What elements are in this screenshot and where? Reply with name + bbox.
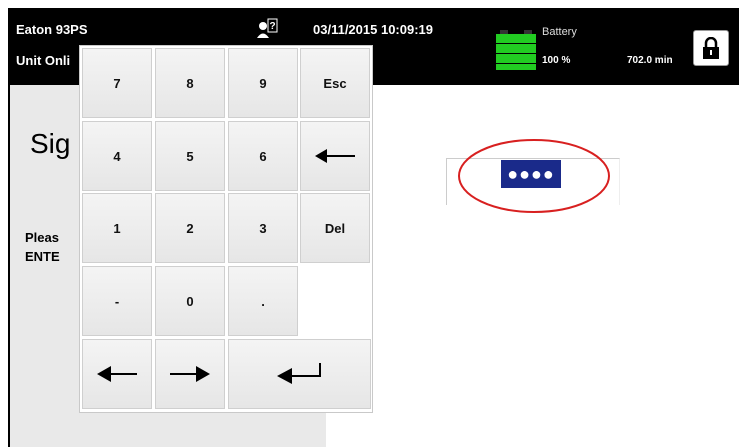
- key-2[interactable]: 2: [155, 193, 225, 263]
- key-esc[interactable]: Esc: [300, 48, 370, 118]
- datetime: 03/11/2015 10:09:19: [313, 22, 433, 37]
- battery-runtime: 702.0 min: [627, 55, 673, 66]
- battery-label: Battery: [542, 26, 577, 38]
- key-backspace[interactable]: [300, 121, 370, 191]
- device-name: Eaton 93PS: [16, 22, 88, 37]
- key-cursor-right[interactable]: [155, 339, 225, 409]
- arrow-right-icon: [170, 366, 210, 382]
- enter-icon: [276, 363, 321, 384]
- key-3[interactable]: 3: [228, 193, 298, 263]
- svg-text:?: ?: [269, 21, 275, 32]
- arrow-left-icon: [97, 366, 137, 382]
- dialog-message-line2: ENTE: [25, 249, 60, 264]
- key-9[interactable]: 9: [228, 48, 298, 118]
- key-del[interactable]: Del: [300, 193, 370, 263]
- key-6[interactable]: 6: [228, 121, 298, 191]
- dialog-message: Pleas ENTE: [25, 228, 60, 266]
- key-1[interactable]: 1: [82, 193, 152, 263]
- lock-icon: [703, 37, 719, 59]
- key-8[interactable]: 8: [155, 48, 225, 118]
- key-7[interactable]: 7: [82, 48, 152, 118]
- key-minus[interactable]: -: [82, 266, 152, 336]
- key-cursor-left[interactable]: [82, 339, 152, 409]
- battery-icon: [496, 30, 536, 70]
- highlight-ellipse: [458, 139, 610, 213]
- key-0[interactable]: 0: [155, 266, 225, 336]
- key-5[interactable]: 5: [155, 121, 225, 191]
- lock-button[interactable]: [693, 30, 729, 66]
- dialog-title: Sig: [30, 128, 71, 159]
- backspace-arrow-icon: [315, 149, 355, 163]
- dialog-message-line1: Pleas: [25, 230, 59, 245]
- key-decimal[interactable]: .: [228, 266, 298, 336]
- numeric-keypad: 7 8 9 Esc 4 5 6 1 2 3 Del - 0 .: [79, 45, 373, 413]
- key-enter[interactable]: [228, 339, 371, 409]
- unit-status: Unit Onli: [16, 53, 71, 68]
- user-help-icon[interactable]: ?: [256, 18, 278, 40]
- key-4[interactable]: 4: [82, 121, 152, 191]
- battery-percent: 100 %: [542, 55, 571, 66]
